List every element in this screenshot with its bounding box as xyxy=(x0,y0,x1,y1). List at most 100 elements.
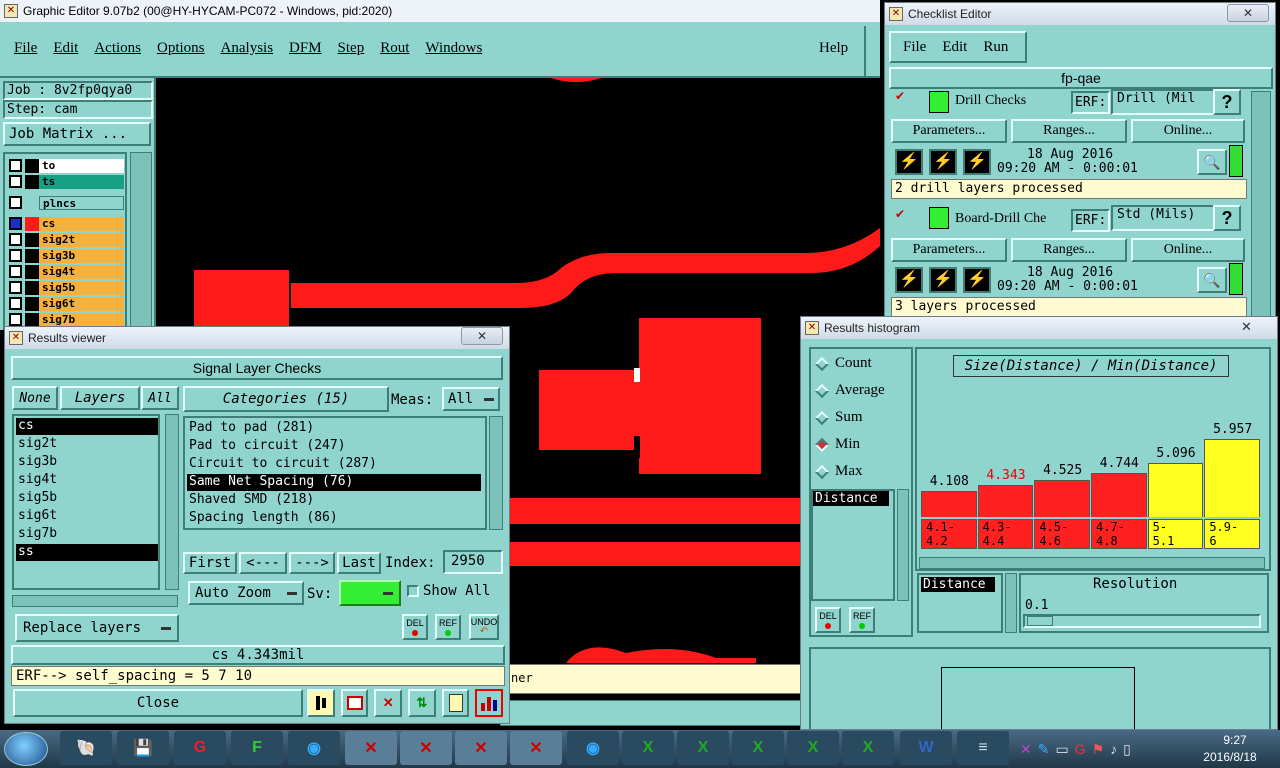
stop-icon[interactable]: ⚡ xyxy=(963,267,991,293)
menu-edit[interactable]: Edit xyxy=(53,40,78,57)
menu-rout[interactable]: Rout xyxy=(380,40,409,57)
show-all-checkbox[interactable] xyxy=(407,585,419,597)
zoom-icon[interactable]: 🔍 xyxy=(1197,149,1227,175)
layer-row[interactable]: sig2t xyxy=(6,232,124,247)
close-icon[interactable]: ✕ xyxy=(1227,4,1269,22)
mode-count[interactable]: Count xyxy=(814,355,872,372)
taskbar-window-icon[interactable]: ✕ xyxy=(510,731,562,765)
run-step-icon[interactable]: ⚡ xyxy=(929,267,957,293)
taskbar-save-icon[interactable]: 💾 xyxy=(117,731,169,765)
layer-row[interactable]: plncs xyxy=(6,195,124,210)
layer-row[interactable]: sig5b xyxy=(6,280,124,295)
tray-network-icon[interactable]: ▭ xyxy=(1055,741,1068,758)
meas-dropdown[interactable]: All xyxy=(442,387,500,411)
menu-actions[interactable]: Actions xyxy=(94,40,141,57)
layer-swap-icon[interactable]: ⇅ xyxy=(408,689,436,717)
chart-hscroll[interactable] xyxy=(919,557,1265,569)
erf-value[interactable]: Drill (Mil xyxy=(1111,89,1215,115)
layer-checkbox[interactable] xyxy=(9,249,22,262)
taskbar-shell-icon[interactable]: 🐚 xyxy=(60,731,112,765)
list-item[interactable]: sig4t xyxy=(16,472,57,487)
taskbar-excel-icon[interactable]: X xyxy=(677,731,729,765)
mode-min[interactable]: Min xyxy=(814,436,860,453)
list-item[interactable]: cs xyxy=(16,418,158,435)
job-matrix-button[interactable]: Job Matrix ... xyxy=(3,122,151,146)
resolution-slider[interactable] xyxy=(1023,614,1261,628)
menu-dfm[interactable]: DFM xyxy=(289,40,322,57)
help-button[interactable]: ? xyxy=(1213,89,1241,115)
menu-windows[interactable]: Windows xyxy=(425,40,482,57)
check-mark-icon[interactable]: ✔ xyxy=(895,89,905,103)
layer-checkbox[interactable] xyxy=(9,159,22,172)
menu-step[interactable]: Step xyxy=(338,40,365,57)
stop-icon[interactable]: ⚡ xyxy=(963,149,991,175)
distance-field[interactable]: Distance xyxy=(921,577,995,592)
layer-checkbox[interactable] xyxy=(9,297,22,310)
layers-button[interactable]: Layers xyxy=(60,386,140,410)
distance-scroll[interactable] xyxy=(897,489,909,601)
rv-layer-vscroll[interactable] xyxy=(165,414,179,590)
del-button[interactable]: DEL xyxy=(402,614,428,640)
mode-max[interactable]: Max xyxy=(814,463,863,480)
taskbar-word-icon[interactable]: W xyxy=(900,731,952,765)
start-button[interactable] xyxy=(4,732,48,766)
menu-file[interactable]: File xyxy=(903,39,926,56)
slider-thumb[interactable] xyxy=(1027,616,1053,626)
run-icon[interactable]: ⚡ xyxy=(895,149,923,175)
taskbar-excel-icon[interactable]: X xyxy=(622,731,674,765)
run-step-icon[interactable]: ⚡ xyxy=(929,149,957,175)
ranges-button[interactable]: Ranges... xyxy=(1011,119,1127,143)
taskbar-excel-icon[interactable]: X xyxy=(732,731,784,765)
taskbar-window-icon[interactable]: ✕ xyxy=(345,731,397,765)
parameters-button[interactable]: Parameters... xyxy=(891,238,1007,262)
taskbar-eye-app-icon[interactable]: ◉ xyxy=(567,731,619,765)
taskbar-f-app-icon[interactable]: F xyxy=(231,731,283,765)
check-mark-icon[interactable]: ✔ xyxy=(895,207,905,221)
menu-file[interactable]: File xyxy=(14,40,37,57)
delete-chart-icon[interactable]: ✕ xyxy=(374,689,403,717)
close-icon[interactable]: ✕ xyxy=(461,327,503,345)
all-layers-button[interactable]: All xyxy=(141,386,179,410)
layer-row[interactable]: sig7b xyxy=(6,312,124,327)
layer-row[interactable]: sig3b xyxy=(6,248,124,263)
tray-power-icon[interactable]: ▯ xyxy=(1123,741,1131,758)
layer-checkbox[interactable] xyxy=(9,217,22,230)
menu-options[interactable]: Options xyxy=(157,40,205,57)
list-item[interactable]: sig2t xyxy=(16,436,57,451)
layer-row[interactable]: to xyxy=(6,158,124,173)
tray-flag-icon[interactable]: ⚑ xyxy=(1092,741,1105,758)
taskbar-excel-icon[interactable]: X xyxy=(842,731,894,765)
none-button[interactable]: None xyxy=(12,386,58,410)
layer-scrollbar[interactable] xyxy=(130,152,152,330)
taskbar-excel-icon[interactable]: X xyxy=(787,731,839,765)
sv-color-dropdown[interactable] xyxy=(339,580,401,606)
layer-checkbox[interactable] xyxy=(9,233,22,246)
next-button[interactable]: ---> xyxy=(289,552,335,574)
layer-row[interactable]: sig4t xyxy=(6,264,124,279)
layer-checkbox[interactable] xyxy=(9,196,22,209)
online-button[interactable]: Online... xyxy=(1131,119,1245,143)
list-item[interactable]: sig3b xyxy=(16,454,57,469)
ref-button[interactable]: REF xyxy=(435,614,461,640)
undo-button[interactable]: UNDO ↶ xyxy=(469,614,499,640)
histogram-bar[interactable] xyxy=(1147,463,1204,517)
taskbar-notes-icon[interactable]: ≡ xyxy=(957,731,1009,765)
layer-row[interactable]: sig6t xyxy=(6,296,124,311)
list-item[interactable]: ss xyxy=(16,544,158,561)
layer-checkbox[interactable] xyxy=(9,175,22,188)
categories-button[interactable]: Categories (15) xyxy=(183,386,389,412)
mode-average[interactable]: Average xyxy=(814,382,885,399)
menu-run[interactable]: Run xyxy=(983,39,1008,56)
clock-time[interactable]: 9:27 xyxy=(1210,733,1260,747)
list-item[interactable]: sig7b xyxy=(16,526,57,541)
menu-analysis[interactable]: Analysis xyxy=(221,40,274,57)
run-icon[interactable]: ⚡ xyxy=(895,267,923,293)
tray-volume-icon[interactable]: ♪ xyxy=(1110,741,1117,757)
mode-sum[interactable]: Sum xyxy=(814,409,863,426)
histogram-bar[interactable] xyxy=(1091,473,1147,517)
erf-value[interactable]: Std (Mils) xyxy=(1111,205,1215,231)
taskbar-window-icon[interactable]: ✕ xyxy=(400,731,452,765)
menu-help[interactable]: Help xyxy=(819,40,848,57)
taskbar-eye-app-icon[interactable]: ◉ xyxy=(288,731,340,765)
checklist-scrollbar[interactable] xyxy=(1251,91,1271,317)
